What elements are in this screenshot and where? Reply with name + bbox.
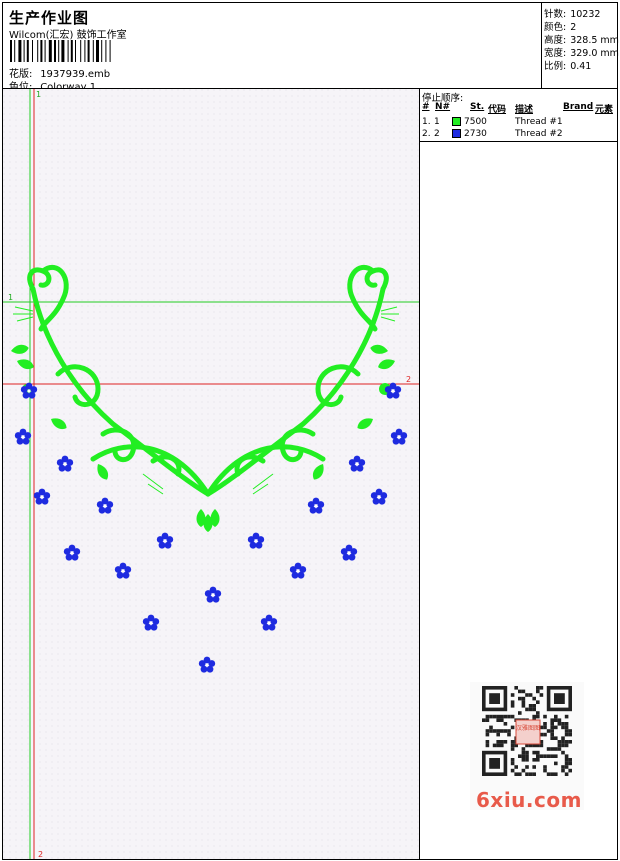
col-st: St.: [470, 102, 485, 112]
page-title: 生产作业图: [9, 9, 90, 27]
col-element: 元素: [595, 105, 614, 115]
marker-right: 2: [406, 375, 411, 384]
table-row[interactable]: 2. 2 2730 Thread #2: [422, 129, 617, 141]
table-row[interactable]: 1. 1 7500 Thread #1: [422, 117, 617, 129]
header-panel: 生产作业图 Wilcom(汇宏) 鼓饰工作室 花版: 1937939.emb 色…: [2, 2, 542, 93]
panel-divider: [420, 141, 617, 142]
embroidery-preview: 1 1 2 2: [3, 89, 419, 859]
marker-top: 1: [36, 90, 41, 99]
marker-bottom: 2: [38, 850, 43, 859]
stamp-text: 汉雅图图: [516, 724, 540, 732]
col-number: #: [422, 102, 430, 112]
design-canvas[interactable]: 1 1 2 2: [2, 88, 420, 860]
col-n: N#: [435, 102, 451, 112]
design-width: 宽度: 329.0 mm: [544, 48, 619, 59]
col-code: 代码: [488, 105, 507, 115]
studio-name: Wilcom(汇宏) 鼓饰工作室: [9, 30, 127, 41]
stats-panel: 针数: 10232 颜色: 2 高度: 328.5 mm 宽度: 329.0 mm 比例…: [541, 2, 619, 89]
col-desc: 描述: [515, 105, 534, 115]
marker-left: 1: [8, 293, 13, 302]
thread-color-swatch: [452, 129, 461, 138]
barcode: [10, 40, 111, 62]
watermark-logo: 6xiu.com: [476, 788, 582, 812]
col-brand: Brand: [563, 102, 594, 112]
design-scale: 比例: 0.41: [544, 61, 592, 72]
design-height: 高度: 328.5 mm: [544, 35, 619, 46]
thread-color-swatch: [452, 117, 461, 126]
color-count: 颜色: 2: [544, 22, 577, 33]
stitch-count: 针数: 10232: [544, 9, 601, 20]
